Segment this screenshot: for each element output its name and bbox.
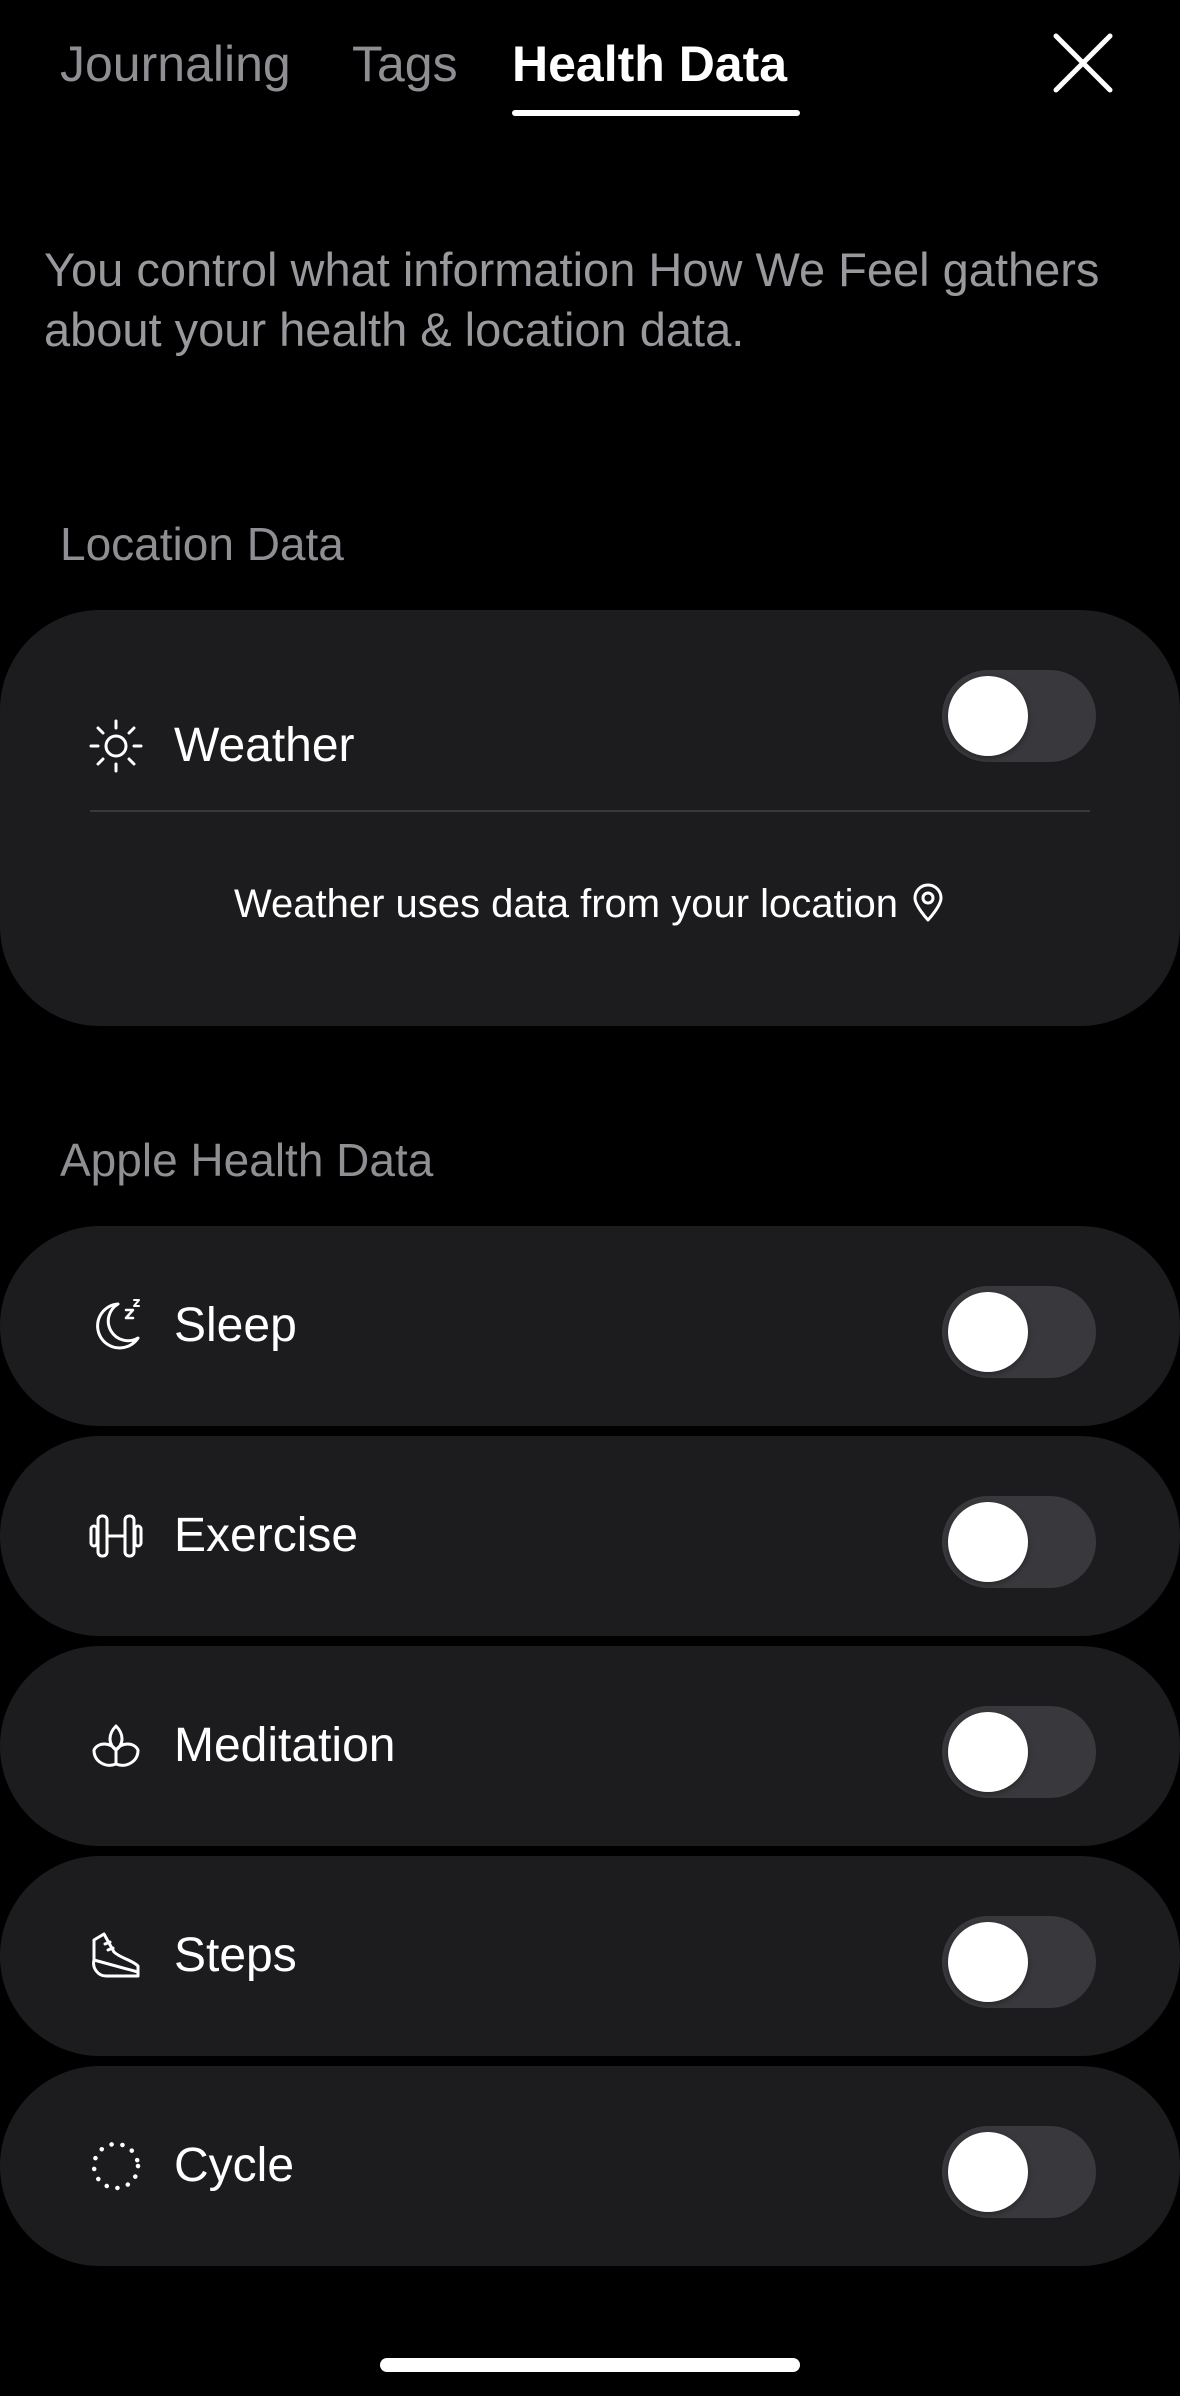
home-indicator[interactable] <box>380 2358 800 2372</box>
toggle-knob <box>948 676 1028 756</box>
sleep-toggle[interactable] <box>942 1286 1096 1378</box>
weather-note: Weather uses data from your location <box>0 876 1180 932</box>
dotted-circle-icon <box>91 2141 141 2191</box>
shoe-icon <box>92 1932 140 1978</box>
location-pin-icon <box>913 883 943 922</box>
dumbbell-icon <box>89 1514 143 1558</box>
meditation-label: Meditation <box>174 1719 396 1772</box>
lotus-icon <box>92 1724 140 1767</box>
weather-toggle[interactable] <box>942 670 1096 762</box>
health-row-steps: Steps <box>0 1856 1180 2056</box>
intro-text: You control what information How We Feel… <box>44 243 1100 356</box>
steps-label: Steps <box>174 1929 297 1982</box>
cycle-label: Cycle <box>174 2139 295 2192</box>
close-button[interactable] <box>1050 30 1116 96</box>
toggle-knob <box>948 1922 1028 2002</box>
toggle-knob <box>948 2132 1028 2212</box>
weather-label: Weather <box>174 719 355 772</box>
exercise-label: Exercise <box>174 1509 359 1562</box>
health-row-exercise: Exercise <box>0 1436 1180 1636</box>
tab-journaling[interactable]: Journaling <box>60 34 291 94</box>
tab-bar: Journaling Tags Health Data <box>0 0 1180 130</box>
tab-tags[interactable]: Tags <box>352 34 458 94</box>
weather-note-text: Weather uses data from your location <box>233 882 899 926</box>
toggle-knob <box>948 1502 1028 1582</box>
cycle-toggle[interactable] <box>942 2126 1096 2218</box>
moon-icon <box>96 1299 140 1350</box>
exercise-toggle[interactable] <box>942 1496 1096 1588</box>
tab-health-data[interactable]: Health Data <box>512 34 787 94</box>
location-section-title: Location Data <box>60 518 344 570</box>
health-row-meditation: Meditation <box>0 1646 1180 1846</box>
meditation-toggle[interactable] <box>942 1706 1096 1798</box>
sun-icon <box>89 719 143 773</box>
steps-toggle[interactable] <box>942 1916 1096 2008</box>
toggle-knob <box>948 1292 1028 1372</box>
active-tab-indicator <box>512 110 800 116</box>
location-card: Weather <box>0 610 1180 1026</box>
health-section-title: Apple Health Data <box>60 1134 434 1186</box>
health-row-sleep: Sleep <box>0 1226 1180 1426</box>
sleep-label: Sleep <box>174 1299 297 1352</box>
toggle-knob <box>948 1712 1028 1792</box>
health-row-cycle: Cycle <box>0 2066 1180 2266</box>
divider <box>90 810 1090 812</box>
close-icon <box>1053 33 1113 93</box>
